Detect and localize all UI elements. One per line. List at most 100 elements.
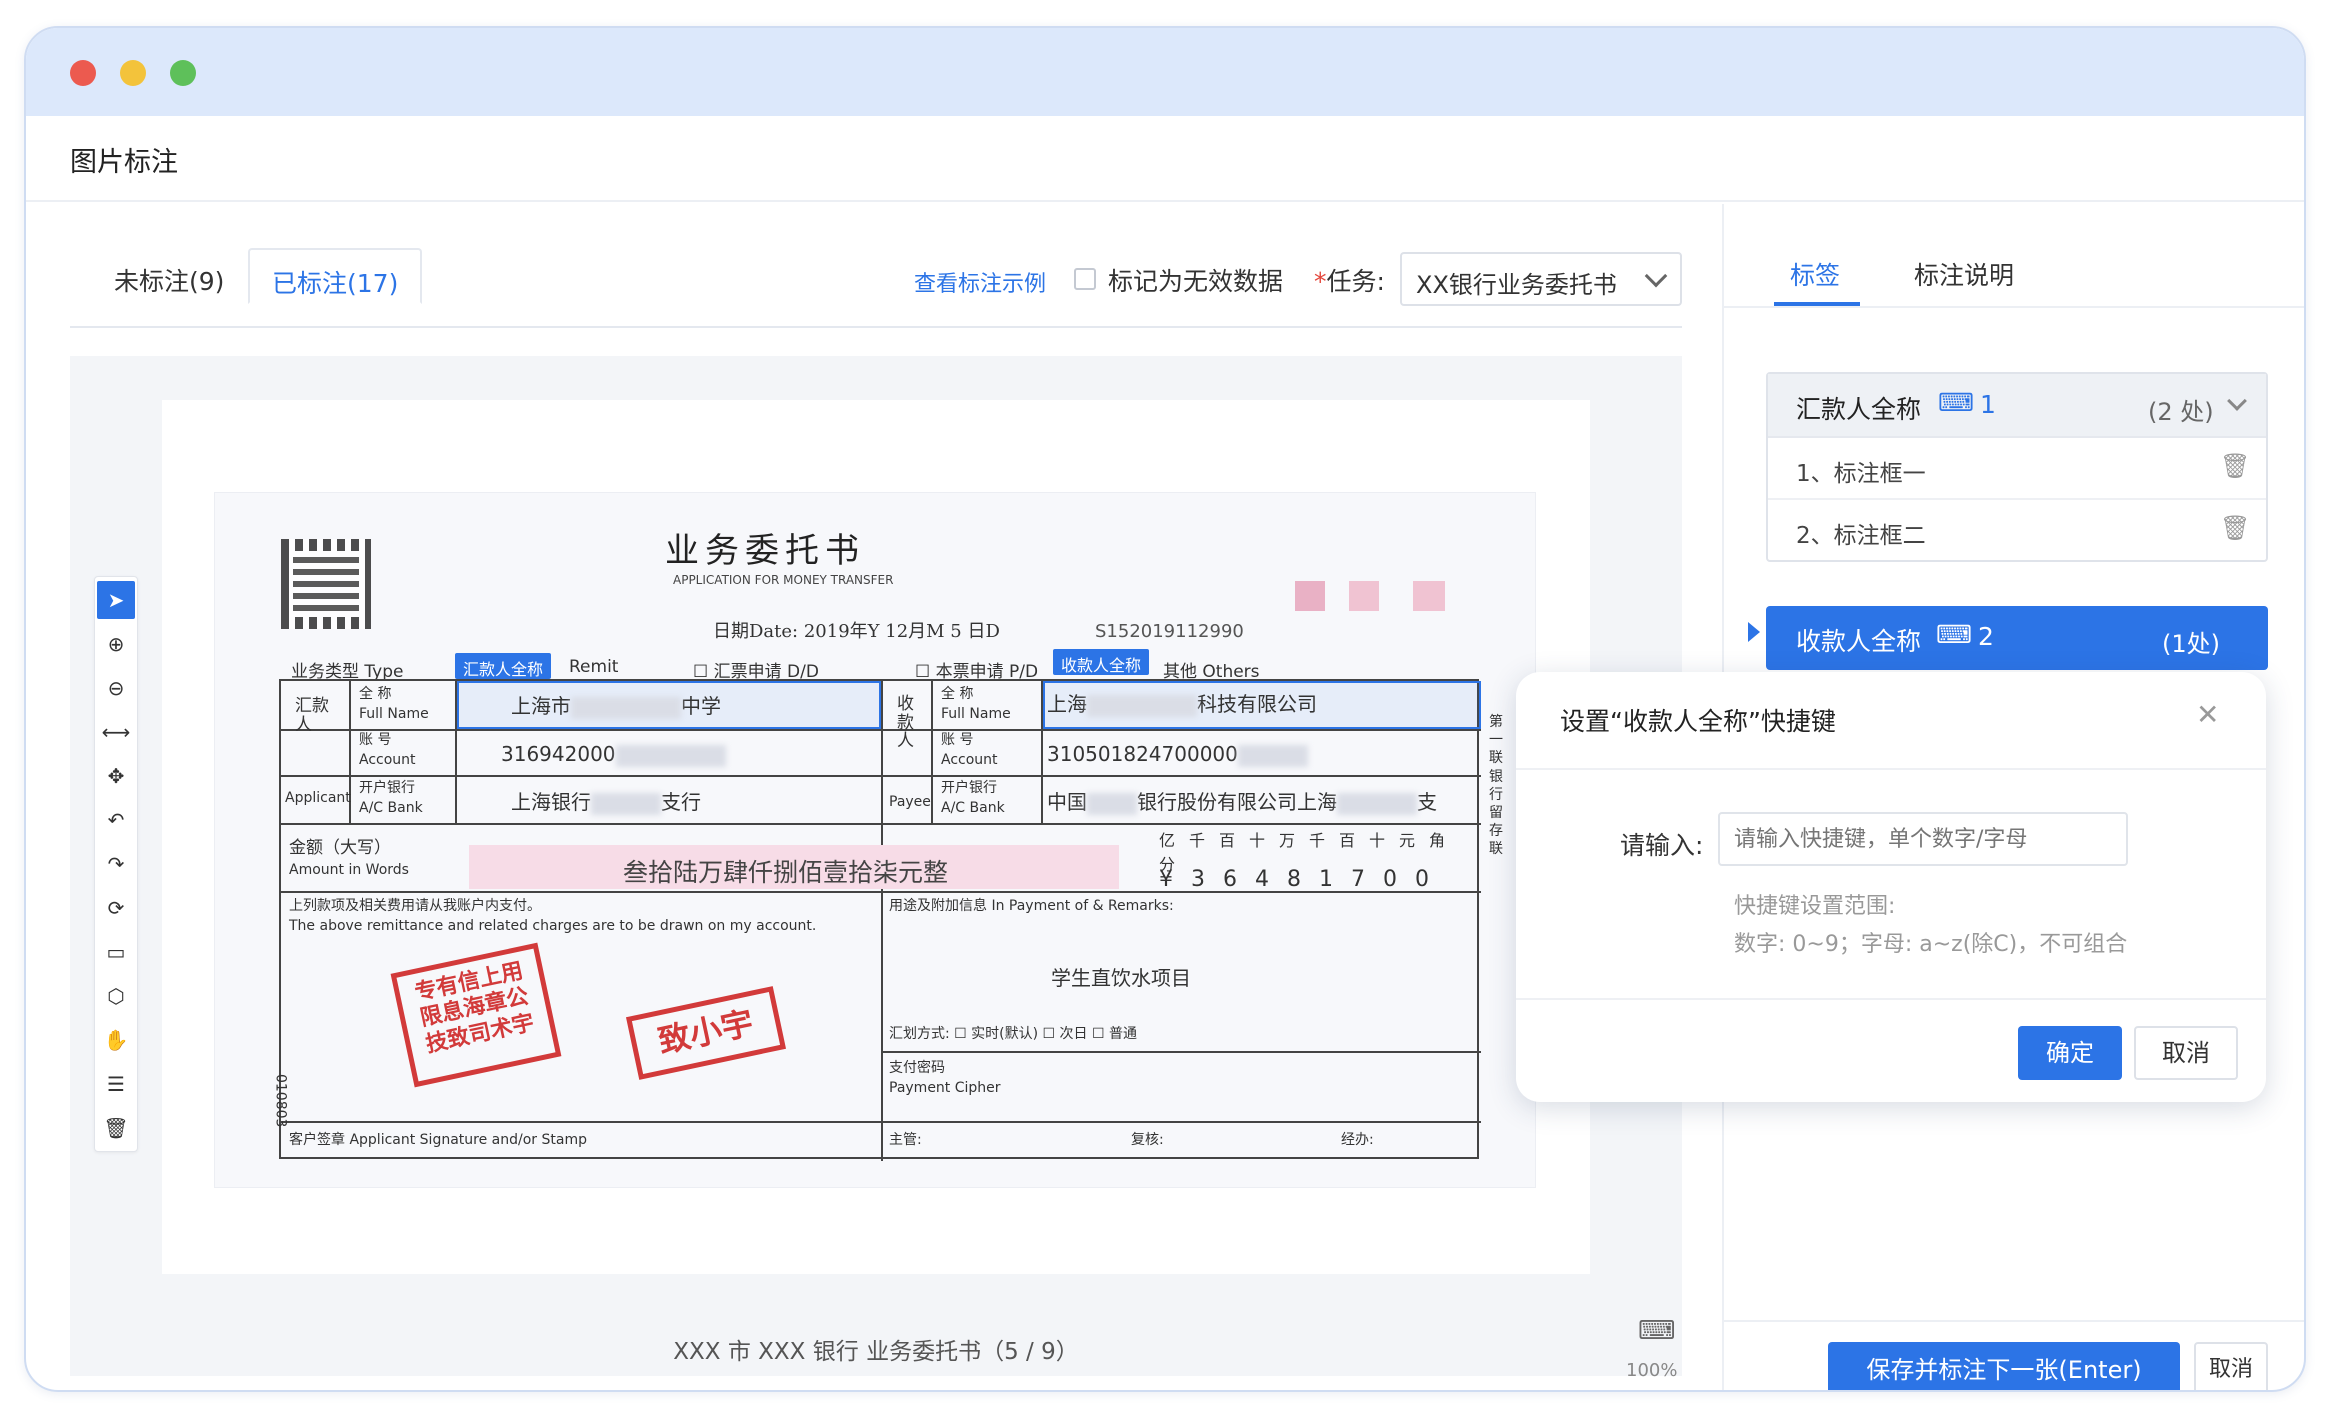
invalid-data-checkbox[interactable] [1074, 268, 1096, 290]
invalid-data-label: 标记为无效数据 [1108, 267, 1284, 296]
payee-name-suffix: 科技有限公司 [1197, 692, 1317, 716]
annotation-toolbar: ➤ ⊕ ⊖ ⟷ ✥ ↶ ↷ ⟳ ▭ ⬡ ✋ ☰ 🗑 [94, 576, 138, 1152]
zoom-level: 100% [1626, 1360, 1678, 1381]
view-example-link[interactable]: 查看标注示例 [914, 266, 1046, 298]
label-name: 收款人全称 [1796, 627, 1922, 656]
confirm-button[interactable]: 确定 [2018, 1026, 2122, 1080]
transfer-method: 汇划方式: ☐ 实时(默认) ☐ 次日 ☐ 普通 [889, 1026, 1137, 1042]
annotation-count: (2 处) [2148, 398, 2214, 426]
image-canvas[interactable]: 业务委托书 APPLICATION FOR MONEY TRANSFER 日期D… [70, 356, 1682, 1381]
label-group-header[interactable]: 汇款人全称 ⌨ 1 (2 处) [1768, 374, 2266, 438]
chevron-down-icon[interactable] [2227, 391, 2247, 411]
payee-name-prefix: 上海 [1047, 692, 1087, 716]
maximize-window-button[interactable] [170, 60, 196, 86]
delete-icon[interactable]: 🗑 [97, 1109, 135, 1147]
remitter-name: 上海市 中学 [511, 695, 721, 719]
refresh-icon[interactable]: ⟳ [97, 889, 135, 927]
keyboard-icon[interactable]: ⌨ [1938, 388, 1974, 417]
payee-full-name-en: Full Name [941, 706, 1011, 722]
remitter-bank-prefix: 上海银行 [511, 790, 591, 814]
account-en: Account [359, 752, 416, 768]
fit-width-icon[interactable]: ⟷ [97, 713, 135, 751]
annotation-item[interactable]: 1、标注框一 🗑 [1768, 438, 2266, 500]
doc-subtitle: APPLICATION FOR MONEY TRANSFER [673, 573, 894, 587]
tag-payee[interactable]: 收款人全称 [1053, 649, 1150, 675]
rotate-left-icon[interactable]: ↶ [97, 801, 135, 839]
polygon-icon[interactable]: ⬡ [97, 977, 135, 1015]
tag-remitter[interactable]: 汇款人全称 [455, 653, 552, 679]
label-group-remitter: 汇款人全称 ⌨ 1 (2 处) 1、标注框一 🗑 2、标注框二 🗑 [1766, 372, 2268, 562]
remitter-bank: 上海银行 支行 [511, 791, 701, 815]
trash-icon[interactable]: 🗑 [2220, 452, 2250, 480]
hand-icon[interactable]: ✋ [97, 1021, 135, 1059]
payee-name: 上海 科技有限公司 [1047, 693, 1317, 717]
move-icon[interactable]: ✥ [97, 757, 135, 795]
payee-bank-cn: 开户银行 [941, 780, 997, 796]
cancel-button[interactable]: 取消 [2194, 1342, 2268, 1390]
annotation-item[interactable]: 2、标注框二 🗑 [1768, 500, 2266, 562]
close-window-button[interactable] [70, 60, 96, 86]
remitter-account: 316942000 [501, 743, 726, 767]
tab-labeled[interactable]: 已标注(17) [248, 248, 423, 304]
cipher-en: Payment Cipher [889, 1080, 1001, 1096]
handler-label: 经办: [1341, 1132, 1374, 1148]
save-next-button[interactable]: 保存并标注下一张(Enter) [1828, 1342, 2180, 1390]
applicant-label: Applicant [285, 790, 351, 806]
dialog-cancel-button[interactable]: 取消 [2134, 1026, 2238, 1080]
task-select[interactable]: XX银行业务委托书 [1400, 252, 1682, 306]
chevron-down-icon [1644, 264, 1668, 288]
select-arrow-icon[interactable]: ➤ [97, 581, 135, 619]
payee-bank-mid: 银行股份有限公司上海 [1137, 790, 1337, 814]
doc-date: 日期Date: 2019年Y 12月M 5 日D [713, 621, 1000, 642]
list-icon[interactable]: ☰ [97, 1065, 135, 1103]
footer-divider [1724, 1320, 2304, 1322]
trash-icon[interactable]: 🗑 [2220, 514, 2250, 542]
shortcut-input[interactable] [1718, 812, 2128, 866]
grid-line [881, 1051, 1481, 1053]
statement-en: The above remittance and related charges… [289, 918, 817, 934]
payee-full-name-cn: 全 称 [941, 686, 974, 702]
redacted-text [615, 744, 726, 767]
remit-option: Remit [569, 657, 619, 677]
amount-label-en: Amount in Words [289, 862, 409, 878]
checker-label: 复核: [1131, 1132, 1164, 1148]
label-name: 汇款人全称 [1796, 395, 1922, 424]
close-icon[interactable]: ✕ [2196, 698, 2219, 731]
shortcut-hint-body: 数字: 0~9；字母: a~z(除C)，不可组合 [1734, 932, 2128, 957]
shortcut-key: 1 [1980, 390, 1996, 419]
full-name-cn: 全 称 [359, 686, 392, 702]
minimize-window-button[interactable] [120, 60, 146, 86]
label-group-payee[interactable]: 收款人全称 ⌨ 2 (1处) [1766, 606, 2268, 670]
payee-account-value: 310501824700000 [1047, 742, 1238, 766]
task-label-text: 任务: [1326, 267, 1385, 296]
vertical-serial: 010803 [272, 1073, 289, 1128]
tab-labels[interactable]: 标签 [1790, 256, 1840, 292]
tab-instructions[interactable]: 标注说明 [1914, 256, 2014, 292]
dialog-divider [1516, 768, 2266, 770]
company-stamp: 专有信上用限息海章公技致司术宇 [390, 942, 562, 1088]
grid-line [881, 681, 883, 1161]
shortcut-key: 2 [1978, 622, 1994, 651]
required-mark: * [1314, 267, 1327, 296]
tab-divider [1724, 306, 2304, 308]
rotate-right-icon[interactable]: ↷ [97, 845, 135, 883]
statement-cn: 上列款项及相关费用请从我账户内支付。 [289, 898, 541, 914]
zoom-out-icon[interactable]: ⊖ [97, 669, 135, 707]
annotation-workspace: 未标注(9) 已标注(17) 查看标注示例 标记为无效数据 *任务: XX银行业… [26, 204, 1722, 1390]
payee-bank-prefix: 中国 [1047, 790, 1087, 814]
remitter-bank-suffix: 支行 [661, 790, 701, 814]
zoom-in-icon[interactable]: ⊕ [97, 625, 135, 663]
payee-account-en: Account [941, 752, 998, 768]
tab-unlabeled[interactable]: 未标注(9) [92, 248, 246, 304]
keyboard-icon[interactable]: ⌨ [1638, 1316, 1676, 1346]
document-image[interactable]: 业务委托书 APPLICATION FOR MONEY TRANSFER 日期D… [214, 492, 1536, 1188]
keyboard-icon[interactable]: ⌨ [1936, 620, 1972, 649]
rectangle-icon[interactable]: ▭ [97, 933, 135, 971]
caret-right-icon [1748, 622, 1760, 642]
payee-en-label: Payee [889, 794, 931, 810]
qr-code-icon [281, 539, 371, 629]
page-header: 图片标注 [26, 116, 2304, 202]
annotation-item-label: 1、标注框一 [1796, 461, 1926, 487]
remitter-account-value: 316942000 [501, 742, 616, 766]
remitter-name-prefix: 上海市 [511, 694, 571, 718]
